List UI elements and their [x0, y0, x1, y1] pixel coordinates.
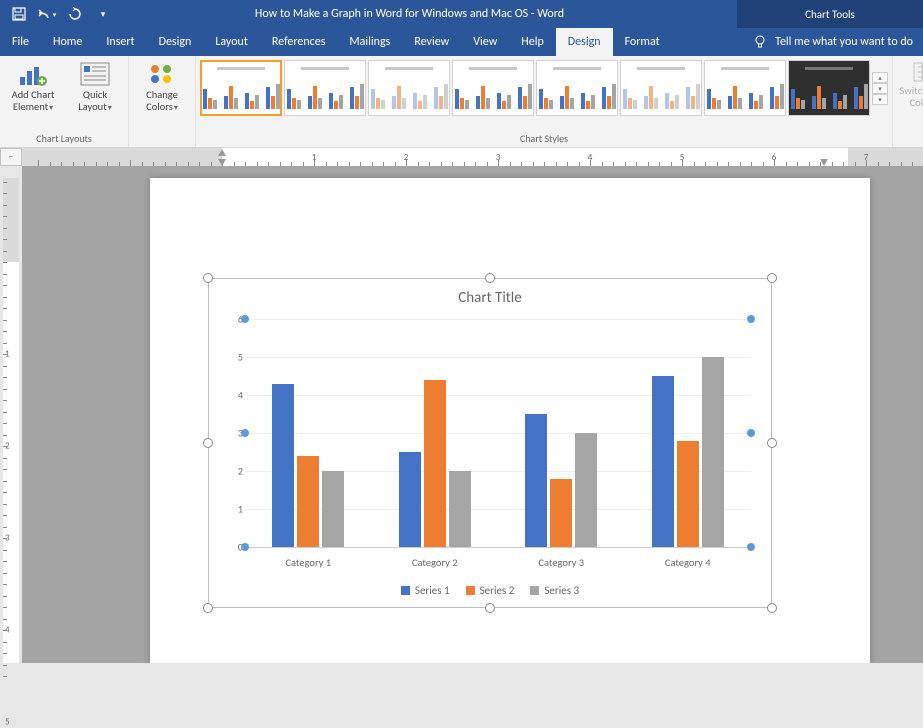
bar-Series3-3[interactable]	[702, 357, 724, 547]
chart-style-thumb-1[interactable]	[200, 60, 282, 116]
chart-style-thumb-2[interactable]	[284, 60, 366, 116]
bar-Series3-0[interactable]	[322, 471, 344, 547]
chart-legend[interactable]: Series 1 Series 2 Series 3	[209, 584, 771, 597]
quick-layout-label: Quick Layout	[78, 89, 111, 113]
chart-style-thumb-3[interactable]	[368, 60, 450, 116]
chart-styles-group-label: Chart Styles	[200, 132, 888, 147]
change-colors-button[interactable]: Change Colors	[133, 58, 191, 113]
add-chart-element-icon	[18, 61, 48, 87]
plot-handle[interactable]	[747, 543, 755, 551]
lightbulb-icon	[753, 35, 767, 49]
redo-icon	[68, 7, 82, 21]
bar-Series2-3[interactable]	[677, 441, 699, 547]
tab-layout[interactable]: Layout	[203, 28, 260, 56]
legend-item[interactable]: Series 3	[530, 584, 579, 597]
bar-Series2-0[interactable]	[297, 456, 319, 547]
tell-me-label: Tell me what you want to do	[775, 35, 913, 49]
tell-me-search[interactable]: Tell me what you want to do	[743, 28, 923, 56]
x-axis-labels: Category 1Category 2Category 3Category 4	[245, 556, 751, 569]
chart-style-thumb-5[interactable]	[536, 60, 618, 116]
chart-box[interactable]: Chart Title 0123456 Category 1Category 2…	[208, 278, 772, 608]
tab-help[interactable]: Help	[509, 28, 556, 56]
tab-design[interactable]: Design	[147, 28, 204, 56]
chart-style-gallery: ▴▾▾	[200, 58, 888, 116]
main-tabs: File Home Insert Design Layout Reference…	[0, 28, 923, 56]
group-chart-styles: ▴▾▾ Chart Styles	[196, 56, 893, 147]
ruler-corner[interactable]: ⌐	[0, 148, 22, 166]
quick-layout-icon	[80, 61, 110, 87]
gallery-scroll[interactable]: ▴▾▾	[872, 72, 888, 105]
page[interactable]: Chart Title 0123456 Category 1Category 2…	[150, 178, 870, 663]
selection-handle[interactable]	[203, 438, 213, 448]
save-icon	[12, 7, 26, 21]
chart-tools-context-label: Chart Tools	[737, 0, 923, 28]
plot-handle[interactable]	[241, 315, 249, 323]
chart-tab-design[interactable]: Design	[556, 28, 613, 56]
group-change-colors: Change Colors	[129, 56, 196, 147]
switch-row-column-button: Switch Row/ Column	[897, 58, 923, 109]
plot-handle[interactable]	[241, 543, 249, 551]
switch-row-column-icon	[912, 61, 923, 83]
selection-handle[interactable]	[767, 603, 777, 613]
change-colors-icon	[147, 61, 177, 87]
selection-handle[interactable]	[203, 273, 213, 283]
plot-area[interactable]: 0123456	[245, 319, 751, 547]
bar-Series1-3[interactable]	[652, 376, 674, 547]
change-colors-label: Change Colors	[146, 89, 178, 113]
bar-Series2-2[interactable]	[550, 479, 572, 547]
chart-title[interactable]: Chart Title	[209, 279, 771, 307]
undo-button[interactable]: ▾	[36, 3, 58, 25]
document-title: How to Make a Graph in Word for Windows …	[82, 7, 737, 21]
bar-Series3-2[interactable]	[575, 433, 597, 547]
bar-Series1-0[interactable]	[272, 384, 294, 547]
chart-bars	[245, 319, 751, 547]
switch-row-column-label: Switch Row/ Column	[900, 85, 923, 109]
ribbon: Add Chart Element Quick Layout Chart Lay…	[0, 56, 923, 148]
tab-review[interactable]: Review	[402, 28, 461, 56]
document-area[interactable]: Chart Title 0123456 Category 1Category 2…	[22, 166, 923, 663]
vertical-ruler[interactable]: 12345	[3, 178, 19, 663]
chart-object[interactable]: Chart Title 0123456 Category 1Category 2…	[208, 278, 772, 608]
add-chart-element-label: Add Chart Element	[12, 89, 55, 113]
selection-handle[interactable]	[767, 438, 777, 448]
chart-style-thumb-7[interactable]	[704, 60, 786, 116]
bar-Series1-2[interactable]	[525, 414, 547, 547]
quick-layout-button[interactable]: Quick Layout	[66, 58, 124, 113]
legend-item[interactable]: Series 2	[466, 584, 515, 597]
plot-handle[interactable]	[241, 429, 249, 437]
group-data: Switch Row/ Column	[893, 56, 923, 147]
horizontal-ruler-area: ⌐ 1234567	[0, 148, 923, 166]
horizontal-ruler[interactable]: 1234567	[22, 148, 923, 166]
title-bar: ▾ ▾ How to Make a Graph in Word for Wind…	[0, 0, 923, 28]
tab-insert[interactable]: Insert	[94, 28, 146, 56]
group-chart-layouts: Add Chart Element Quick Layout Chart Lay…	[0, 56, 129, 147]
plot-handle[interactable]	[747, 315, 755, 323]
tab-home[interactable]: Home	[41, 28, 94, 56]
chart-style-thumb-8[interactable]	[788, 60, 870, 116]
tab-file[interactable]: File	[0, 28, 41, 56]
plot-handle[interactable]	[747, 429, 755, 437]
chart-style-thumb-4[interactable]	[452, 60, 534, 116]
vertical-ruler-area: 12345	[0, 166, 22, 663]
selection-handle[interactable]	[767, 273, 777, 283]
tab-view[interactable]: View	[461, 28, 509, 56]
tab-mailings[interactable]: Mailings	[337, 28, 402, 56]
selection-handle[interactable]	[485, 603, 495, 613]
chart-style-thumb-6[interactable]	[620, 60, 702, 116]
chart-tab-format[interactable]: Format	[613, 28, 672, 56]
selection-handle[interactable]	[203, 603, 213, 613]
bar-Series3-1[interactable]	[449, 471, 471, 547]
bar-Series1-1[interactable]	[399, 452, 421, 547]
save-button[interactable]	[8, 3, 30, 25]
add-chart-element-button[interactable]: Add Chart Element	[4, 58, 62, 113]
selection-handle[interactable]	[485, 273, 495, 283]
undo-icon	[38, 7, 54, 21]
bar-Series2-1[interactable]	[424, 380, 446, 547]
change-colors-spacer	[133, 132, 191, 147]
legend-item[interactable]: Series 1	[401, 584, 450, 597]
tab-references[interactable]: References	[260, 28, 338, 56]
chart-layouts-group-label: Chart Layouts	[4, 132, 124, 147]
